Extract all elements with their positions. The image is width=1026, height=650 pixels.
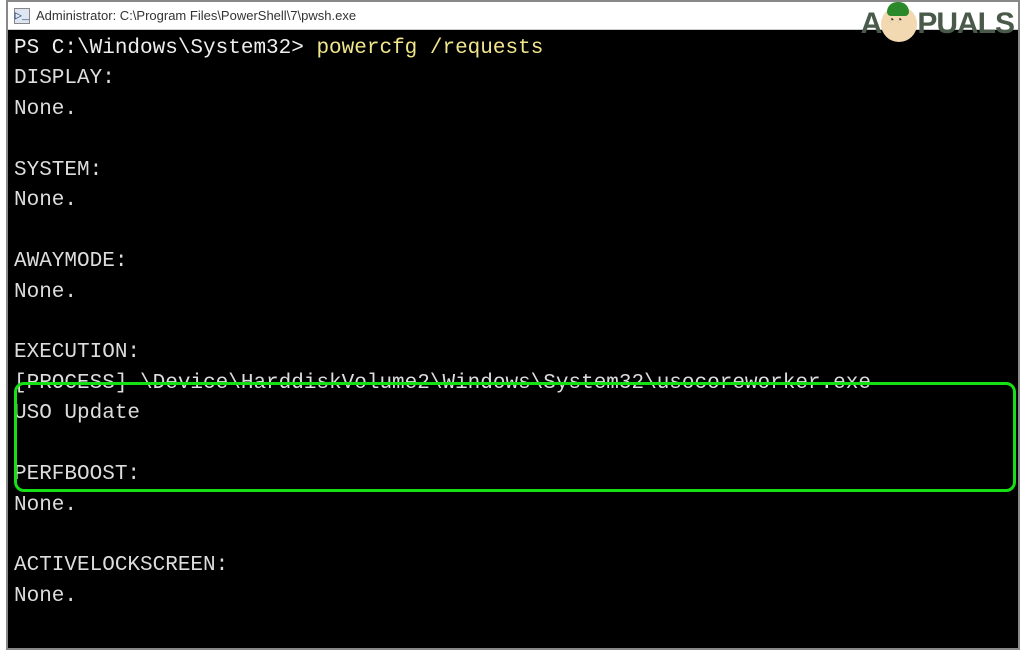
section-perfboost-value: None. (14, 491, 1012, 521)
watermark-logo: A PUALS (861, 6, 1014, 42)
section-display-label: DISPLAY: (14, 64, 1012, 94)
powershell-icon: ▷_ (14, 8, 30, 24)
blank-line (14, 217, 1012, 247)
section-activelockscreen-label: ACTIVELOCKSCREEN: (14, 551, 1012, 581)
blank-line (14, 521, 1012, 551)
section-display-value: None. (14, 95, 1012, 125)
section-execution-line1: [PROCESS] \Device\HarddiskVolume2\Window… (14, 369, 1012, 399)
watermark-text-right: PUALS (917, 7, 1014, 41)
section-system-value: None. (14, 186, 1012, 216)
section-awaymode-label: AWAYMODE: (14, 247, 1012, 277)
section-perfboost-label: PERFBOOST: (14, 460, 1012, 490)
terminal-body[interactable]: PS C:\Windows\System32> powercfg /reques… (8, 30, 1018, 648)
blank-line (14, 125, 1012, 155)
section-activelockscreen-value: None. (14, 582, 1012, 612)
prompt: PS C:\Windows\System32> (14, 37, 316, 60)
watermark-text-left: A (861, 7, 882, 41)
window-title: Administrator: C:\Program Files\PowerShe… (36, 8, 356, 23)
section-awaymode-value: None. (14, 278, 1012, 308)
blank-line (14, 430, 1012, 460)
blank-line (14, 308, 1012, 338)
section-system-label: SYSTEM: (14, 156, 1012, 186)
terminal-window: ▷_ Administrator: C:\Program Files\Power… (6, 0, 1020, 650)
watermark-avatar-icon (881, 6, 917, 42)
command-text: powercfg /requests (316, 37, 543, 60)
section-execution-line2: USO Update (14, 399, 1012, 429)
section-execution-label: EXECUTION: (14, 338, 1012, 368)
